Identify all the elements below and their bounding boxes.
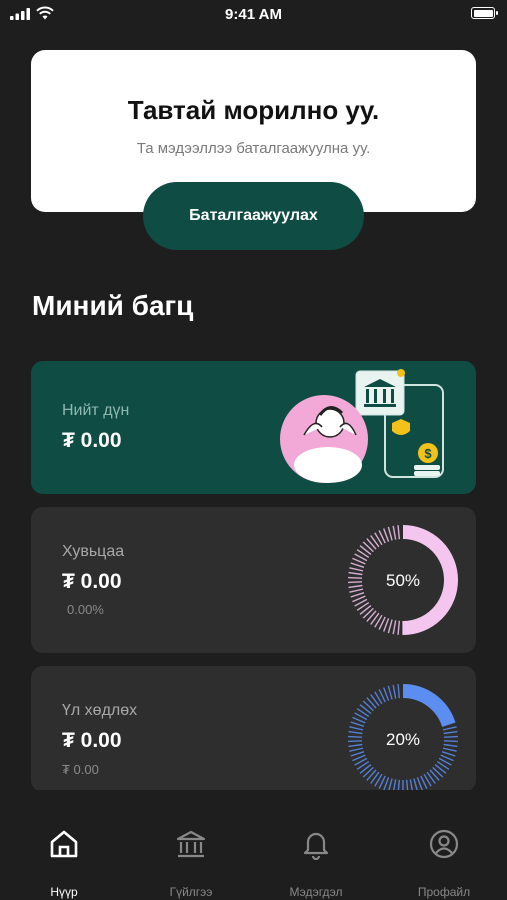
real-estate-donut-chart: 20% <box>348 684 458 792</box>
real-estate-donut-tick <box>348 730 363 735</box>
real-estate-donut-tick <box>397 684 401 699</box>
real-estate-donut-filled-arc <box>402 684 456 727</box>
real-estate-label: Үл хөдлөх <box>62 702 138 719</box>
real-estate-donut-tick <box>443 735 458 738</box>
stock-percent-change: 0.00% <box>67 602 104 617</box>
stock-donut-tick <box>348 581 363 584</box>
stock-donut-tick <box>397 620 401 635</box>
finance-illustration: $ <box>280 369 444 483</box>
welcome-title: Тавтай морилно уу. <box>127 95 380 125</box>
nav-home-label: Нүүр <box>50 885 78 899</box>
real-estate-donut-tick <box>348 743 363 748</box>
stock-donut-tick <box>383 618 390 632</box>
stock-amount: ₮ 0.00 <box>62 570 122 593</box>
total-label: Нийт дүн <box>62 402 130 419</box>
welcome-subtitle: Та мэдээллээ баталгаажуулна уу. <box>136 140 371 157</box>
real-estate-donut-tick <box>348 740 363 743</box>
real-estate-donut-tick <box>443 743 458 748</box>
real-estate-donut-tick <box>442 726 457 731</box>
stock-donut-label: 50% <box>386 571 420 590</box>
total-card[interactable]: Нийт дүн ₮ 0.00 $ <box>31 361 476 494</box>
bank-icon <box>176 830 206 858</box>
real-estate-donut-tick <box>349 747 364 752</box>
real-estate-donut-tick <box>387 685 393 700</box>
real-estate-donut-tick <box>441 751 456 757</box>
nav-notifications[interactable]: Мэдэгдэл <box>261 790 371 900</box>
bell-icon <box>303 832 329 860</box>
section-title: Миний багц <box>32 290 194 321</box>
real-estate-amount: ₮ 0.00 <box>62 729 122 752</box>
stock-donut-tick <box>383 528 390 542</box>
stock-donut-tick <box>387 526 393 541</box>
status-bar: 9:41 AM <box>0 0 507 30</box>
real-estate-donut-tick <box>348 735 363 738</box>
stock-donut-chart: 50% <box>348 525 458 635</box>
real-estate-donut-tick <box>350 751 365 757</box>
real-estate-donut-tick <box>349 726 364 731</box>
real-estate-card[interactable]: Үл хөдлөх ₮ 0.00 ₮ 0.00 20% <box>31 666 476 792</box>
stock-donut-tick <box>348 571 363 576</box>
status-time: 9:41 AM <box>225 6 282 23</box>
stock-donut-tick <box>392 620 397 635</box>
stock-donut-tick <box>350 592 365 598</box>
home-icon <box>50 830 78 858</box>
stock-card[interactable]: Хувьцаа ₮ 0.00 0.00% 50% <box>31 507 476 653</box>
stock-donut-tick <box>348 584 363 589</box>
real-estate-donut-tick <box>443 740 458 743</box>
real-estate-donut-tick <box>383 777 390 791</box>
real-estate-donut-tick <box>383 687 390 701</box>
nav-transactions[interactable]: Гүйлгээ <box>136 790 246 900</box>
profile-icon <box>429 829 459 859</box>
nav-notifications-label: Мэдэгдэл <box>289 885 343 899</box>
stock-donut-tick <box>349 588 364 593</box>
verify-button[interactable]: Баталгаажуулах <box>143 182 364 250</box>
real-estate-donut-label: 20% <box>386 730 420 749</box>
real-estate-donut-tick <box>443 730 458 735</box>
real-estate-donut-tick <box>392 684 397 699</box>
real-estate-donut-tick <box>416 777 423 791</box>
stock-label: Хувьцаа <box>62 543 125 560</box>
stock-donut-tick <box>397 525 401 540</box>
bottom-nav: Нүүр Гүйлгээ Мэдэгдэл Профайл <box>0 790 507 900</box>
stock-donut-tick <box>392 525 397 540</box>
real-estate-sub: ₮ 0.00 <box>62 762 99 777</box>
nav-profile-label: Профайл <box>417 885 471 899</box>
nav-home[interactable]: Нүүр <box>9 790 119 900</box>
nav-transactions-label: Гүйлгээ <box>169 885 213 899</box>
battery-icon <box>471 7 498 19</box>
real-estate-donut-tick <box>350 721 365 727</box>
stock-donut-tick <box>387 619 393 634</box>
nav-profile[interactable]: Профайл <box>389 790 499 900</box>
stock-donut-tick <box>350 562 365 568</box>
stock-donut-tick <box>349 567 364 572</box>
stock-donut-tick <box>348 576 363 579</box>
real-estate-donut-tick <box>442 747 457 752</box>
total-amount: ₮ 0.00 <box>62 429 122 452</box>
svg-text:$: $ <box>424 446 432 461</box>
